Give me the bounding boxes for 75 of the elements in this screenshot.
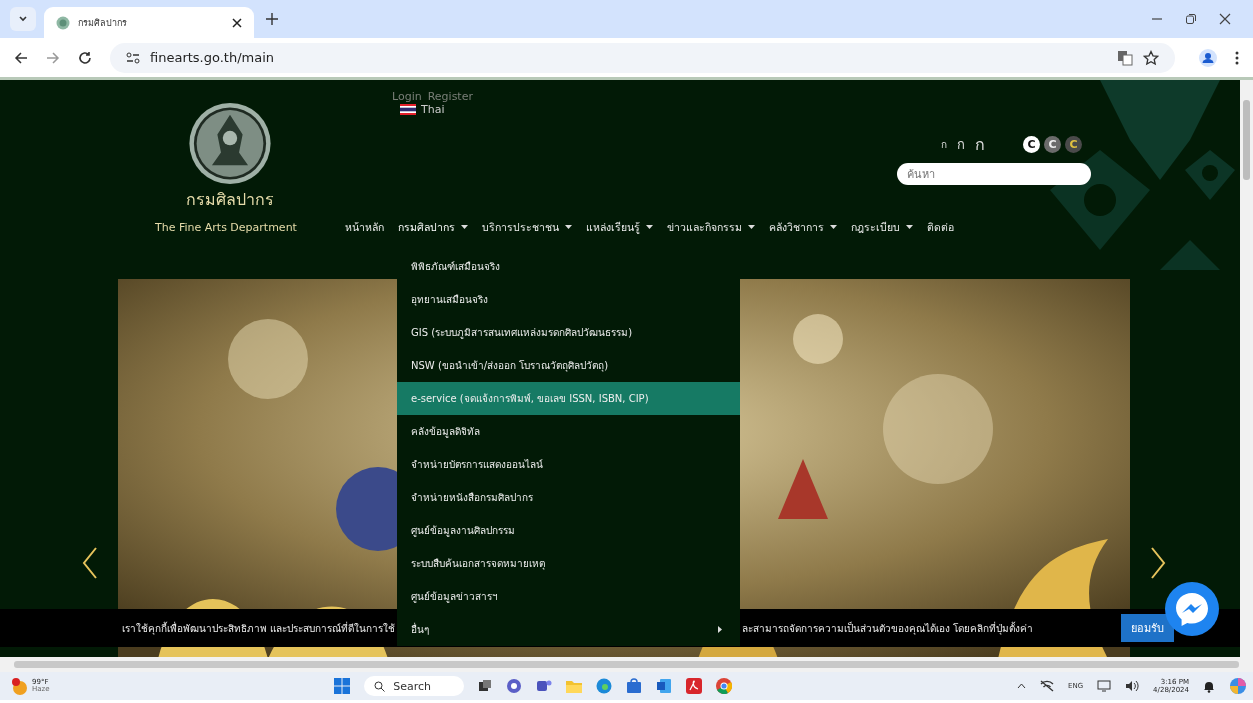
menu-item[interactable]: e-service (จดแจ้งการพิมพ์, ขอเลข ISSN, ISBN, CIP) xyxy=(397,382,740,415)
speaker-icon[interactable] xyxy=(1125,680,1140,692)
task-view-icon[interactable] xyxy=(478,679,493,693)
chevron-down-icon xyxy=(18,14,28,24)
nav-item[interactable]: บริการประชาชน xyxy=(482,218,572,236)
site-name: กรมศิลปากร xyxy=(186,189,274,211)
back-icon[interactable] xyxy=(14,50,28,65)
taskbar-search[interactable]: Search xyxy=(364,676,465,696)
chevron-up-icon[interactable] xyxy=(1017,683,1026,689)
document-icon[interactable] xyxy=(656,678,673,694)
register-link[interactable]: Register xyxy=(427,90,473,103)
chat-app-icon[interactable] xyxy=(506,678,523,694)
menu-item[interactable]: คลังข้อมูลดิจิทัล xyxy=(397,415,740,448)
tab-list-button[interactable] xyxy=(10,7,36,31)
browser-tab[interactable]: กรมศิลปากร xyxy=(44,7,254,38)
flag-icon xyxy=(400,104,416,115)
site-subtitle: The Fine Arts Department xyxy=(155,220,298,234)
pdf-icon[interactable] xyxy=(686,678,703,694)
display-icon[interactable] xyxy=(1097,680,1112,692)
menu-item[interactable]: NSW (ขอนำเข้า/ส่งออก โบราณวัตถุศิลปวัตถุ) xyxy=(397,349,740,382)
chrome-icon[interactable] xyxy=(716,678,733,694)
search-icon xyxy=(374,680,386,692)
menu-item[interactable]: ศูนย์ข้อมูลข่าวสารฯ xyxy=(397,580,740,613)
weather-icon[interactable] xyxy=(10,677,30,695)
close-icon[interactable] xyxy=(232,17,242,28)
nav-item[interactable]: กฎระเบียบ xyxy=(851,218,913,236)
menu-item[interactable]: อื่นๆ xyxy=(397,613,740,646)
contrast-button[interactable]: C xyxy=(1023,136,1040,153)
nav-item[interactable]: หน้าหลัก xyxy=(345,218,384,236)
language-selector[interactable]: Thai xyxy=(400,103,473,116)
cookie-text: ละสามารถจัดการความเป็นส่วนตัวของคุณได้เอง โดยคลิกที่ปุ่มตั้งค่า xyxy=(742,620,1034,636)
start-icon[interactable] xyxy=(334,678,351,694)
accept-button[interactable]: ยอมรับ xyxy=(1121,614,1174,642)
network-icon[interactable] xyxy=(1040,680,1054,692)
store-icon[interactable] xyxy=(626,678,643,694)
font-size-button[interactable]: ก xyxy=(957,134,965,155)
menu-item[interactable]: ระบบสืบค้นเอกสารจดหมายเหตุ xyxy=(397,547,740,580)
address-field[interactable]: finearts.go.th/main xyxy=(110,42,1175,73)
browser-icon[interactable] xyxy=(596,678,613,694)
nav-item[interactable]: คลังวิชาการ xyxy=(769,218,837,236)
cookie-text: เราใช้คุกกี้เพื่อพัฒนาประสิทธิภาพ และประสบการณ์ที่ดีในการใช้ xyxy=(121,620,395,636)
menu-icon[interactable] xyxy=(1235,50,1239,65)
font-size-button[interactable]: ก xyxy=(975,132,985,157)
forward-icon[interactable] xyxy=(46,50,60,65)
teams-icon[interactable] xyxy=(536,678,553,694)
nav-item[interactable]: ข่าวและกิจกรรม xyxy=(667,218,755,236)
new-tab-icon[interactable] xyxy=(266,13,278,25)
menu-item[interactable]: อุทยานเสมือนจริง xyxy=(397,283,740,316)
profile-icon[interactable] xyxy=(1199,48,1217,67)
nav-item[interactable]: กรมศิลปากร xyxy=(398,218,468,236)
scrollbar[interactable] xyxy=(0,657,1253,672)
restore-icon[interactable] xyxy=(1185,13,1197,25)
emblem-icon xyxy=(56,15,70,30)
menu-item[interactable]: พิพิธภัณฑ์เสมือนจริง xyxy=(397,250,740,283)
tab-title: กรมศิลปากร xyxy=(78,16,128,30)
star-icon[interactable] xyxy=(1143,49,1159,66)
chat-icon[interactable] xyxy=(1165,582,1219,636)
menu-item[interactable]: จำหน่ายบัตรการแสดงออนไลน์ xyxy=(397,448,740,481)
menu-item[interactable]: ศูนย์ข้อมูลงานศิลปกรรม xyxy=(397,514,740,547)
site-settings-icon[interactable] xyxy=(126,51,140,64)
scrollbar[interactable] xyxy=(1240,80,1253,657)
nav-item[interactable]: แหล่งเรียนรู้ xyxy=(586,218,653,236)
reload-icon[interactable] xyxy=(78,50,92,65)
menu-item[interactable]: จำหน่ายหนังสือกรมศิลปากร xyxy=(397,481,740,514)
copilot-icon[interactable] xyxy=(1229,677,1247,695)
close-icon[interactable] xyxy=(1219,13,1231,25)
menu-item[interactable]: GIS (ระบบภูมิสารสนเทศแหล่งมรดกศิลปวัฒนธรรม) xyxy=(397,316,740,349)
font-size-button[interactable]: ก xyxy=(941,137,947,152)
nav-item[interactable]: ติดต่อ xyxy=(927,218,954,236)
translate-icon[interactable] xyxy=(1117,49,1133,66)
search-field[interactable]: ค้นหา xyxy=(897,163,1091,185)
bell-icon[interactable] xyxy=(1203,679,1215,693)
login-link[interactable]: Login xyxy=(392,90,422,103)
contrast-button[interactable]: C xyxy=(1065,136,1082,153)
contrast-button[interactable]: C xyxy=(1044,136,1061,153)
